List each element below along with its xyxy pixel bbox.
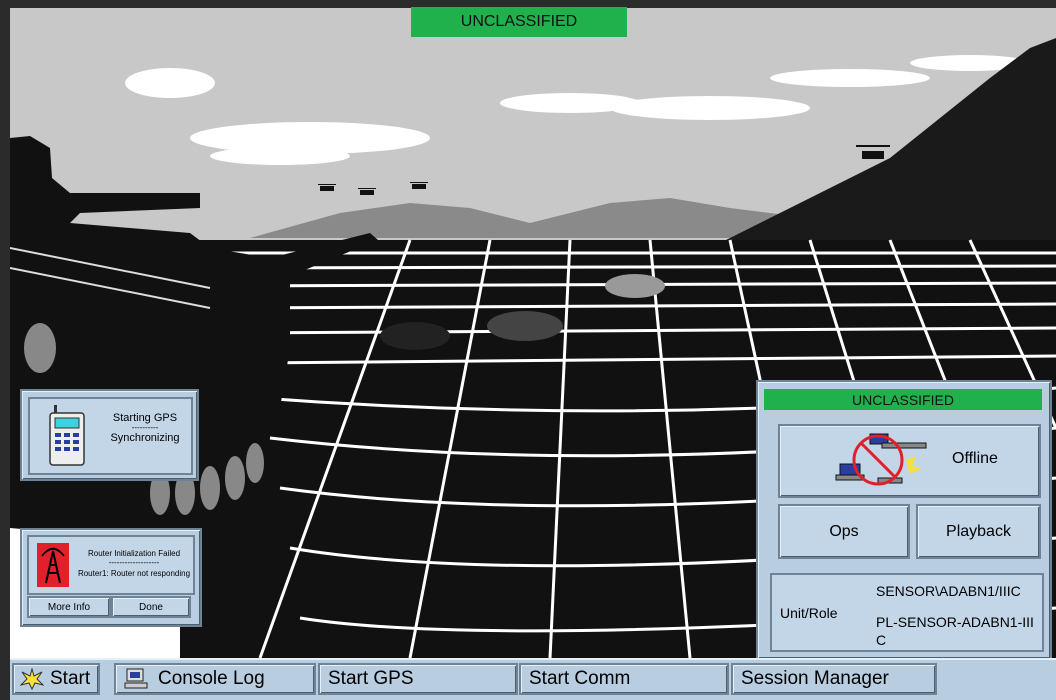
unit-value: SENSOR\ADABN1/IIIC [876, 583, 1021, 599]
session-panel: UNCLASSIFIED Offline Ops Playback Unit/R… [756, 380, 1052, 660]
gps-status-line2: Synchronizing [110, 432, 180, 444]
gps-status-panel: Starting GPS ---------- Synchronizing [20, 389, 199, 481]
ops-button[interactable]: Ops [778, 504, 910, 559]
taskbar: Start Console Log Start GPS Start Comm S… [10, 658, 1056, 700]
router-error-panel: Router Initialization Failed -----------… [20, 528, 202, 627]
computer-icon [124, 668, 148, 689]
star-burst-icon [20, 668, 44, 690]
session-manager-button[interactable]: Session Manager [731, 663, 937, 695]
router-error-divider: ------------------- [108, 558, 160, 567]
start-gps-button[interactable]: Start GPS [318, 663, 518, 695]
unit-role-label: Unit/Role [780, 605, 838, 621]
router-error-text: Router Initialization Failed -----------… [75, 549, 193, 579]
network-offline-icon [835, 433, 927, 486]
network-status-button[interactable]: Offline [778, 424, 1041, 498]
gps-status-divider: ---------- [131, 423, 159, 432]
playback-button[interactable]: Playback [916, 504, 1041, 559]
role-value: PL-SENSOR-ADABN1-III C [876, 614, 1034, 648]
start-gps-label: Start GPS [328, 668, 414, 689]
gps-radio-icon [49, 405, 85, 466]
network-status-label: Offline [952, 450, 998, 467]
unit-role-box: Unit/Role SENSOR\ADABN1/IIIC PL-SENSOR-A… [770, 573, 1044, 652]
more-info-button[interactable]: More Info [27, 596, 111, 618]
gps-status-text: Starting GPS ---------- Synchronizing [100, 412, 190, 444]
console-log-button[interactable]: Console Log [114, 663, 316, 695]
done-button[interactable]: Done [111, 596, 191, 618]
router-tower-alert-icon [37, 543, 69, 587]
router-error-message: Router1: Router not responding [77, 569, 191, 578]
start-comm-button[interactable]: Start Comm [519, 663, 729, 695]
session-classification-banner: UNCLASSIFIED [764, 389, 1042, 410]
session-manager-label: Session Manager [741, 668, 889, 689]
start-label: Start [50, 668, 91, 689]
classification-banner: UNCLASSIFIED [411, 7, 627, 37]
gps-status-box: Starting GPS ---------- Synchronizing [28, 397, 193, 475]
start-button[interactable]: Start [12, 663, 100, 695]
router-error-box: Router Initialization Failed -----------… [27, 535, 195, 595]
start-comm-label: Start Comm [529, 668, 631, 689]
console-log-label: Console Log [158, 668, 265, 689]
